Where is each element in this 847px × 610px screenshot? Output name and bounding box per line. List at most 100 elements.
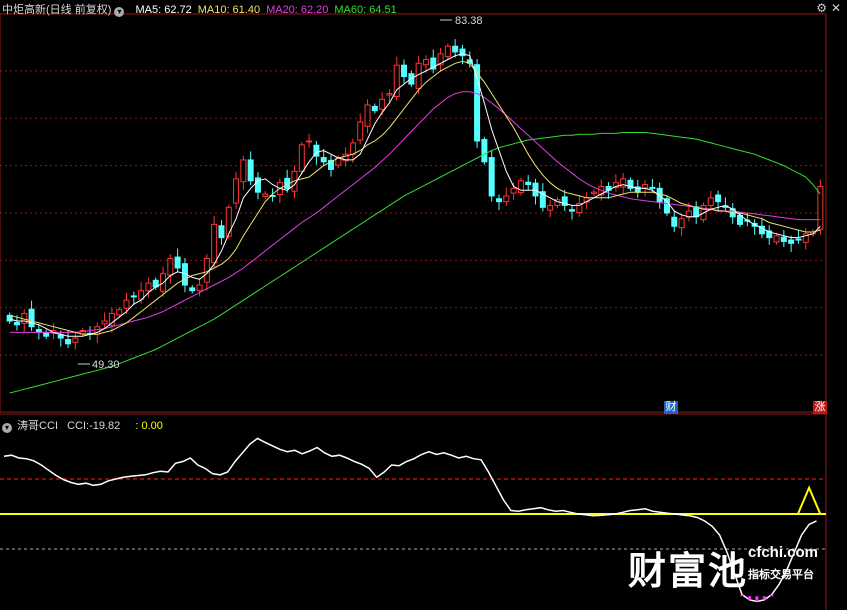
dropdown-icon[interactable]: ▾: [114, 7, 125, 17]
chart-title[interactable]: 中炬高新(日线 前复权): [2, 4, 111, 16]
ma-label: MA10:: [197, 4, 230, 16]
candle-body: [495, 198, 502, 203]
second-value: 0.00: [141, 420, 163, 432]
candle-body: [569, 209, 576, 212]
ma-value: 62.72: [164, 4, 192, 16]
candle-body: [503, 195, 510, 203]
candle-body: [693, 206, 700, 218]
candle-body: [167, 257, 174, 276]
candle-body: [788, 239, 795, 244]
candle-body: [510, 187, 517, 194]
candle-body: [211, 223, 218, 264]
candle-body: [649, 186, 656, 189]
candle-body: [401, 64, 408, 78]
candle-body: [474, 64, 481, 142]
candle-body: [452, 45, 459, 53]
candle-body: [218, 225, 225, 239]
candle-body: [357, 121, 364, 141]
ma10-line: [9, 60, 821, 335]
stock-chart: 83.38 49.30: [0, 13, 827, 610]
cci-legend: ▾ 涛哥CCI CCI:-19.82 : 0.00: [2, 417, 163, 433]
dropdown-icon[interactable]: ▾: [2, 423, 12, 433]
candle-body: [671, 216, 678, 227]
candle-body: [28, 308, 35, 328]
candle-body: [320, 157, 327, 163]
ma60-line: [9, 132, 821, 394]
candle-body: [678, 218, 685, 229]
candle-body: [715, 194, 722, 203]
candle-body: [780, 236, 787, 242]
second-readout: : 0.00: [135, 420, 163, 432]
indicator-title[interactable]: 涛哥CCI: [17, 420, 58, 432]
cci-signal-spike: [796, 485, 822, 515]
candle-body: [72, 337, 79, 343]
candle-body: [225, 206, 232, 237]
watermark-site: cfchi.com: [748, 544, 819, 561]
candle-body: [130, 295, 137, 298]
candle-body: [240, 159, 247, 183]
candle-body: [386, 93, 393, 96]
candle-body: [298, 144, 305, 172]
candle-body: [532, 182, 539, 197]
candle-body: [262, 193, 269, 197]
ma-label: MA20:: [266, 4, 298, 16]
ma-legend-item: MA5: 62.72: [136, 4, 192, 16]
ma-legend-item: MA20: 62.20: [266, 4, 328, 16]
ma-value: 61.40: [232, 4, 261, 16]
gear-icon[interactable]: ⚙: [816, 1, 827, 15]
ma-value: 62.20: [300, 4, 329, 16]
candle-body: [488, 157, 495, 197]
candle-body: [174, 256, 181, 269]
ma-legend-item: MA60: 64.51: [334, 4, 396, 16]
candle-body: [101, 320, 108, 325]
candle-body: [65, 339, 72, 345]
candle-body: [43, 331, 50, 337]
cci-value: -19.82: [89, 420, 121, 432]
candle-body: [707, 197, 714, 206]
candle-body: [663, 198, 670, 214]
candle-body: [773, 235, 780, 243]
candle-body: [196, 284, 203, 292]
candle-body: [379, 98, 386, 110]
candle-body: [145, 282, 152, 292]
candle-body: [306, 140, 313, 143]
close-icon[interactable]: ✕: [831, 1, 841, 15]
watermark: 财富池 cfchi.com 指标交易平台: [628, 540, 836, 593]
ma-label: MA60:: [334, 4, 367, 16]
candle-body: [233, 178, 240, 204]
candle-body: [547, 204, 554, 211]
cci-readout: CCI:-19.82: [67, 420, 123, 432]
candle-body: [13, 321, 20, 326]
finance-marker[interactable]: 财: [664, 401, 678, 414]
low-price-label: 49.30: [92, 359, 120, 371]
candle-body: [57, 334, 64, 339]
candle-body: [247, 159, 254, 182]
candle-body: [444, 45, 451, 58]
high-price-label: 83.38: [455, 15, 483, 27]
candle-body: [422, 58, 429, 66]
watermark-slogan: 指标交易平台: [748, 569, 814, 581]
candle-body: [393, 64, 400, 97]
candle-body: [349, 142, 356, 155]
candle-body: [817, 185, 824, 230]
candle-body: [525, 181, 532, 186]
watermark-logo: 财富池: [628, 549, 749, 593]
candle-body: [116, 309, 123, 316]
ma5-line: [9, 53, 821, 337]
candle-body: [481, 139, 488, 163]
candle-body: [123, 299, 130, 309]
ma-legend-item: MA10: 61.40: [198, 4, 260, 16]
candle-body: [371, 105, 378, 112]
limit-up-marker[interactable]: 涨: [813, 401, 827, 414]
ma-label: MA5:: [135, 4, 162, 16]
candle-body: [620, 178, 627, 188]
price-legend: 中炬高新(日线 前复权) ▾ MA5: 62.72 MA10: 61.40 MA20: 6…: [2, 1, 397, 17]
candle-body: [590, 191, 597, 195]
ma-value: 64.51: [369, 4, 397, 16]
price-panel: 83.38 49.30: [0, 13, 827, 413]
candle-body: [795, 238, 802, 241]
candle-body: [189, 287, 196, 292]
cci-label: CCI:: [67, 420, 90, 432]
candle-body: [364, 104, 371, 127]
candle-body: [517, 180, 524, 194]
